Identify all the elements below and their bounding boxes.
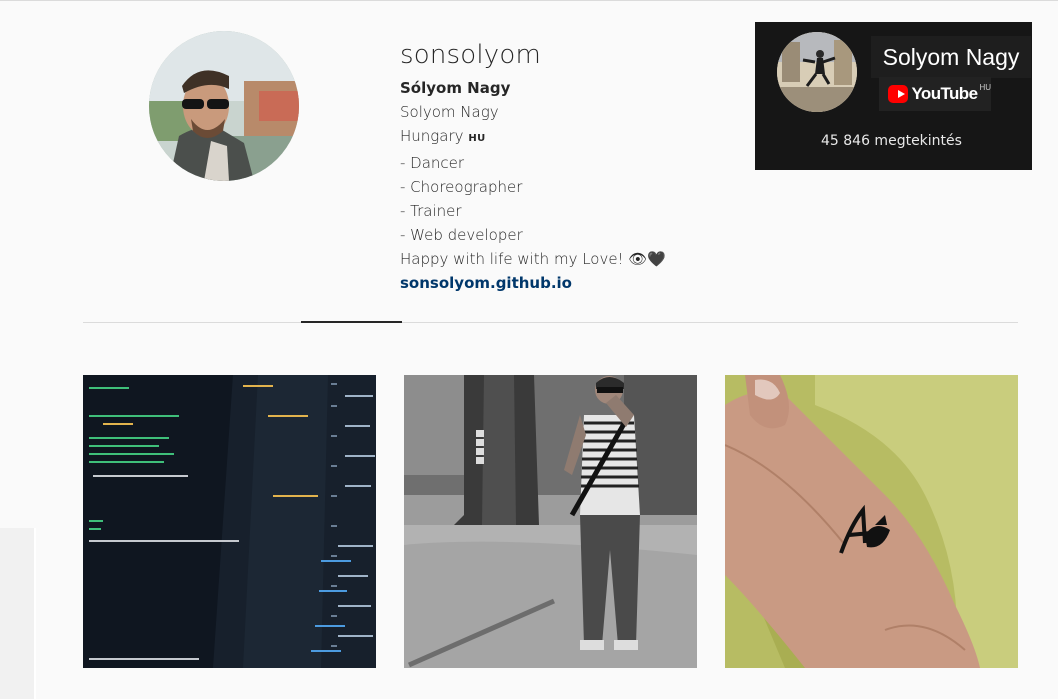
youtube-channel-name-box: Solyom Nagy: [871, 36, 1031, 78]
profile-avatar[interactable]: [149, 31, 299, 181]
top-border: [0, 0, 1058, 1]
bio-line: - Dancer: [400, 154, 465, 172]
youtube-play-icon: [888, 85, 909, 103]
bio-line-country: Hungary HU: [400, 124, 730, 151]
bio-line: Happy with life with my Love! 👁🖤: [400, 250, 667, 268]
country-flag: HU: [468, 133, 486, 144]
youtube-view-count: 45 846 megtekintés: [821, 133, 962, 149]
youtube-avatar-photo: [777, 32, 857, 112]
youtube-logo[interactable]: YouTube HU: [879, 77, 991, 111]
post-forest-portrait[interactable]: [404, 375, 697, 668]
full-name: Sólyom Nagy: [400, 79, 511, 97]
youtube-channel-name: Solyom Nagy: [882, 43, 1020, 70]
youtube-channel-card[interactable]: Solyom Nagy YouTube HU 45 846 megtekinté…: [755, 22, 1032, 170]
bio-line: Solyom Nagy: [400, 103, 499, 121]
website-link[interactable]: sonsolyom.github.io: [400, 271, 730, 295]
youtube-region: HU: [979, 83, 991, 92]
youtube-avatar: [777, 32, 857, 112]
hand-tattoo-photo: [725, 375, 1018, 668]
post-hand-tattoo[interactable]: [725, 375, 1018, 668]
country-name: Hungary: [400, 127, 464, 145]
username: sonsolyom: [400, 40, 542, 70]
bio-line: - Choreographer: [400, 178, 523, 196]
forest-portrait-photo: [404, 375, 697, 668]
left-side-panel: [0, 528, 36, 699]
code-editor-photo: [83, 375, 376, 668]
youtube-wordmark: YouTube: [911, 84, 978, 103]
profile-bio: sonsolyom Sólyom Nagy Solyom Nagy Hungar…: [400, 38, 730, 295]
avatar-photo: [149, 31, 299, 181]
bio-line: - Trainer: [400, 202, 462, 220]
bio-line: - Web developer: [400, 226, 523, 244]
profile-divider: [83, 322, 1018, 323]
post-code-editor[interactable]: [83, 375, 376, 668]
tab-posts-indicator[interactable]: [301, 321, 402, 323]
